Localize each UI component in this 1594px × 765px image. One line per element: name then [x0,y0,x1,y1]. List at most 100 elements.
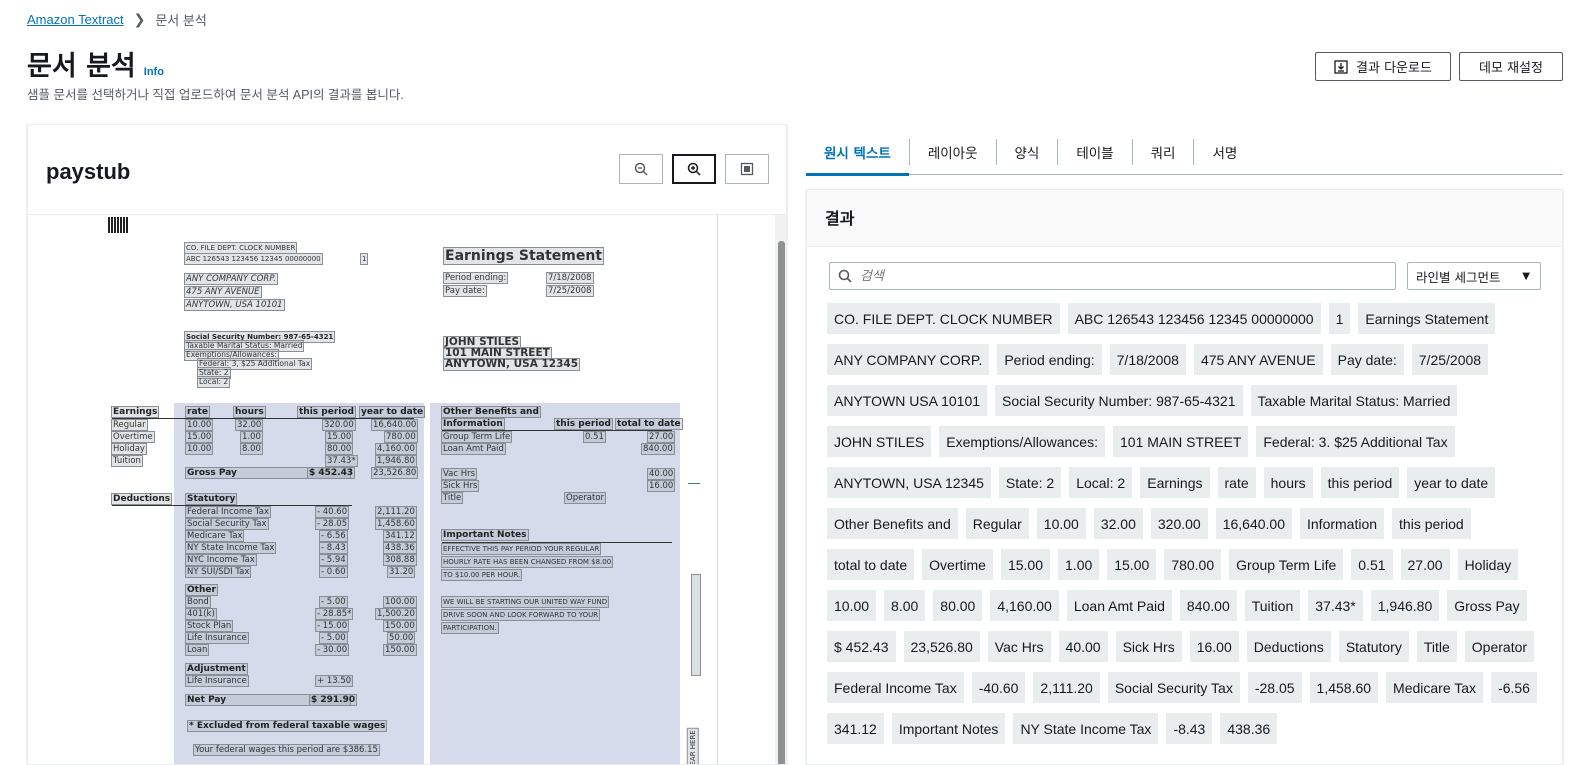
result-line-chip[interactable]: 80.00 [933,590,983,621]
reset-demo-button[interactable]: 데모 재설정 [1459,52,1563,81]
result-line-chip[interactable]: Operator [1464,631,1535,662]
result-line-chip[interactable]: Tuition [1244,590,1301,621]
result-line-chip[interactable]: 320.00 [1150,508,1208,539]
doc-line: Group Term Life [440,431,513,443]
result-line-chip[interactable]: Taxable Marital Status: Married [1250,385,1458,416]
zoom-out-button[interactable] [619,154,663,184]
result-line-chip[interactable]: hours [1263,467,1313,498]
result-line-chip[interactable]: Holiday [1457,549,1519,580]
result-line-chip[interactable]: ANYTOWN USA 10101 [827,385,988,416]
info-link[interactable]: Info [144,66,164,78]
result-line-chip[interactable]: 40.00 [1058,631,1108,662]
tab-tables[interactable]: 테이블 [1057,138,1131,165]
document-viewer[interactable]: CO. FILE DEPT. CLOCK NUMBER ABC 126543 1… [28,214,786,764]
result-line-chip[interactable]: Exemptions/Allowances: [939,426,1105,457]
result-line-chip[interactable]: Statutory [1338,631,1409,662]
result-line-chip[interactable]: $ 452.43 [827,631,896,662]
result-line-chip[interactable]: 438.36 [1220,713,1278,744]
result-line-chip[interactable]: 780.00 [1164,549,1222,580]
doc-line: 475 ANY AVENUE [184,286,262,298]
result-line-chip[interactable]: this period [1392,508,1471,539]
search-input[interactable] [860,268,1380,284]
download-icon [1334,59,1348,74]
result-line-chip[interactable]: 341.12 [827,713,884,744]
result-line-chip[interactable]: ANYTOWN, USA 12345 [827,467,991,498]
breadcrumb-link-textract[interactable]: Amazon Textract [27,12,124,27]
tab-signatures[interactable]: 서명 [1193,138,1255,165]
result-line-chip[interactable]: Social Security Number: 987-65-4321 [995,385,1243,416]
result-line-chip[interactable]: 15.00 [1000,549,1051,580]
result-line-chip[interactable]: ANY COMPANY CORP. [827,344,990,375]
result-line-chip[interactable]: Other Benefits and [827,508,958,539]
result-line-chip[interactable]: Important Notes [891,713,1006,744]
result-line-chip[interactable]: 1.00 [1058,549,1100,580]
result-line-chip[interactable]: 16.00 [1189,631,1239,662]
result-line-chip[interactable]: rate [1217,467,1256,498]
result-line-chip[interactable]: Federal: 3. $25 Additional Tax [1256,426,1455,457]
result-line-chip[interactable]: 7/25/2008 [1411,344,1489,375]
result-line-chip[interactable]: 475 ANY AVENUE [1193,344,1323,375]
doc-line: 7/18/2008 [546,272,594,284]
result-line-chip[interactable]: 37.43* [1308,590,1363,621]
result-line-chip[interactable]: 1,458.60 [1309,672,1379,703]
result-line-chip[interactable]: ABC 126543 123456 12345 00000000 [1067,303,1321,334]
result-line-chip[interactable]: 7/18/2008 [1109,344,1186,375]
doc-line: Information [441,418,505,430]
result-line-chip[interactable]: Title [1416,631,1457,662]
doc-line: Loan [184,644,210,656]
download-results-button[interactable]: 결과 다운로드 [1315,52,1451,81]
fit-page-button[interactable] [725,154,769,184]
result-line-chip[interactable]: 23,526.80 [903,631,980,662]
result-line-chip[interactable]: Social Security Tax [1107,672,1240,703]
result-line-chip[interactable]: -6.56 [1491,672,1537,703]
result-line-chip[interactable]: Local: 2 [1069,467,1133,498]
result-line-chip[interactable]: -40.60 [971,672,1026,703]
result-line-chip[interactable]: 15.00 [1107,549,1157,580]
result-line-chip[interactable]: Gross Pay [1447,590,1527,621]
tab-layout[interactable]: 레이아웃 [908,138,996,165]
result-line-chip[interactable]: Earnings Statement [1358,303,1496,334]
result-line-chip[interactable]: NY State Income Tax [1013,713,1159,744]
result-line-chip[interactable]: Information [1300,508,1385,539]
result-line-chip[interactable]: Federal Income Tax [827,672,964,703]
result-line-chip[interactable]: Regular [965,508,1029,539]
tab-queries[interactable]: 쿼리 [1131,138,1194,165]
result-line-chip[interactable]: 0.51 [1351,549,1393,580]
result-line-chip[interactable]: 4,160.00 [990,590,1059,621]
result-line-chip[interactable]: 16,640.00 [1215,508,1292,539]
result-line-chip[interactable]: 32.00 [1093,508,1143,539]
result-line-chip[interactable]: 8.00 [884,590,926,621]
document-scrollbar-thumb[interactable] [778,241,785,764]
result-line-chip[interactable]: Medicare Tax [1386,672,1484,703]
segment-select[interactable]: 라인별 세그먼트 ▼ [1407,262,1541,290]
result-line-chip[interactable]: Overtime [922,549,993,580]
result-line-chip[interactable]: -28.05 [1247,672,1302,703]
result-line-chip[interactable]: total to date [827,549,915,580]
result-line-chip[interactable]: CO. FILE DEPT. CLOCK NUMBER [827,303,1060,334]
result-line-chip[interactable]: Group Term Life [1229,549,1344,580]
result-line-chip[interactable]: Earnings [1140,467,1210,498]
result-line-chip[interactable]: this period [1320,467,1400,498]
result-line-chip[interactable]: year to date [1407,467,1496,498]
result-line-chip[interactable]: 101 MAIN STREET [1113,426,1249,457]
result-line-chip[interactable]: Loan Amt Paid [1066,590,1172,621]
result-line-chip[interactable]: Vac Hrs [987,631,1051,662]
result-line-chip[interactable]: 10.00 [1036,508,1086,539]
result-line-chip[interactable]: 1 [1328,303,1351,334]
zoom-in-button[interactable] [672,154,716,184]
result-line-chip[interactable]: Deductions [1246,631,1331,662]
result-line-chip[interactable]: Pay date: [1330,344,1404,375]
result-line-chip[interactable]: Sick Hrs [1115,631,1182,662]
result-line-chip[interactable]: 840.00 [1179,590,1237,621]
result-line-chip[interactable]: 2,111.20 [1033,672,1100,703]
search-field[interactable] [829,262,1396,290]
result-line-chip[interactable]: JOHN STILES [827,426,932,457]
result-line-chip[interactable]: 1,946.80 [1370,590,1440,621]
tab-raw-text[interactable]: 원시 텍스트 [806,139,909,176]
result-line-chip[interactable]: -8.43 [1166,713,1213,744]
result-line-chip[interactable]: 27.00 [1400,549,1450,580]
tab-forms[interactable]: 양식 [995,138,1058,165]
result-line-chip[interactable]: 10.00 [827,590,877,621]
result-line-chip[interactable]: State: 2 [998,467,1062,498]
result-line-chip[interactable]: Period ending: [997,344,1102,375]
